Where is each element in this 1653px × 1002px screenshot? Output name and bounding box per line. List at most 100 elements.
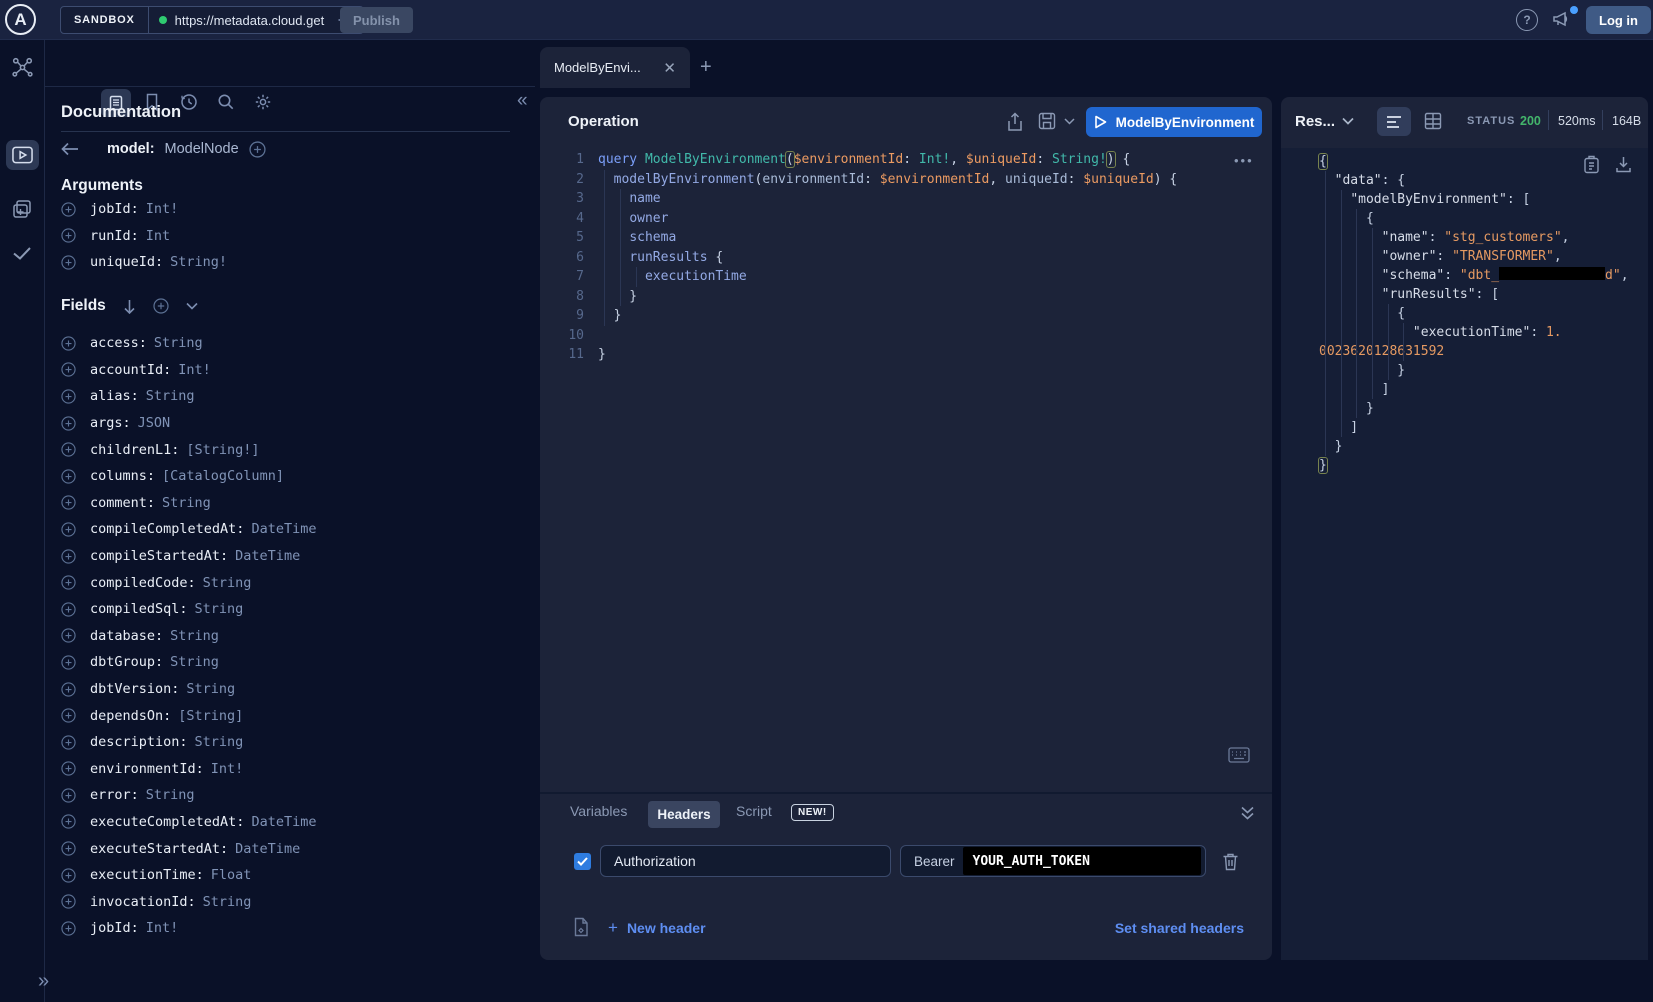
add-to-query-icon[interactable] (61, 788, 76, 803)
history-icon[interactable] (180, 93, 198, 111)
publish-button[interactable]: Publish (340, 7, 413, 33)
share-operation-icon[interactable] (1006, 112, 1024, 132)
field-name[interactable]: compiledSql: (90, 601, 188, 617)
add-to-query-icon[interactable] (61, 841, 76, 856)
field-type[interactable]: String (154, 335, 203, 351)
field-type[interactable]: [CatalogColumn] (162, 468, 284, 484)
code-line[interactable]: } (1319, 399, 1629, 418)
add-field-circle-icon[interactable] (249, 141, 266, 158)
response-json-viewer[interactable]: { "data": { "modelByEnvironment": [ { "n… (1319, 152, 1629, 475)
field-name[interactable]: compiledCode: (90, 575, 196, 591)
code-line[interactable]: 9 } (558, 306, 1177, 326)
field-name[interactable]: childrenL1: (90, 442, 179, 458)
apollo-logo-icon[interactable]: A (5, 4, 36, 35)
field-name[interactable]: args: (90, 415, 131, 431)
field-type[interactable]: Float (211, 867, 252, 883)
code-line[interactable]: 7 executionTime (558, 267, 1177, 287)
field-type[interactable]: String (186, 681, 235, 697)
set-shared-headers-link[interactable]: Set shared headers (1040, 920, 1244, 936)
field-name[interactable]: compileCompletedAt: (90, 521, 244, 537)
code-line[interactable]: 5 schema (558, 228, 1177, 248)
field-type[interactable]: String (195, 601, 244, 617)
code-line[interactable]: 6 runResults { (558, 248, 1177, 268)
add-to-query-icon[interactable] (61, 255, 76, 270)
field-type[interactable]: String (162, 495, 211, 511)
add-to-query-icon[interactable] (61, 682, 76, 697)
add-to-query-icon[interactable] (61, 336, 76, 351)
code-line[interactable]: "owner": "TRANSFORMER", (1319, 247, 1629, 266)
field-type[interactable]: String (203, 894, 252, 910)
graphql-query-editor[interactable]: 1query ModelByEnvironment($environmentId… (558, 150, 1177, 365)
field-name[interactable]: alias: (90, 388, 139, 404)
field-name[interactable]: dbtVersion: (90, 681, 179, 697)
keyboard-shortcuts-icon[interactable] (1228, 747, 1250, 763)
field-name[interactable]: executeStartedAt: (90, 841, 228, 857)
code-line[interactable]: } (1319, 437, 1629, 456)
changelog-nav-icon[interactable] (11, 198, 33, 220)
delete-header-icon[interactable] (1222, 852, 1239, 871)
field-name[interactable]: dbtGroup: (90, 654, 163, 670)
code-line[interactable]: } (1319, 456, 1629, 475)
add-to-query-icon[interactable] (61, 628, 76, 643)
new-tab-icon[interactable]: + (700, 56, 712, 79)
checks-nav-icon[interactable] (11, 242, 33, 264)
new-header-button[interactable]: + New header (608, 918, 706, 938)
response-dropdown-chevron-icon[interactable] (1342, 117, 1354, 125)
header-enabled-checkbox[interactable] (574, 853, 591, 870)
field-name[interactable]: environmentId: (90, 761, 204, 777)
fields-chevron-down-icon[interactable] (186, 302, 198, 310)
breadcrumb-type-name[interactable]: ModelNode (165, 141, 239, 157)
field-type[interactable]: Int! (146, 201, 179, 217)
add-to-query-icon[interactable] (61, 761, 76, 776)
response-format-json-icon[interactable] (1377, 107, 1411, 136)
save-dropdown-chevron-icon[interactable] (1064, 118, 1075, 125)
schema-graph-icon[interactable] (11, 56, 34, 79)
add-to-query-icon[interactable] (61, 389, 76, 404)
add-to-query-icon[interactable] (61, 522, 76, 537)
add-all-fields-icon[interactable] (153, 298, 169, 314)
announcements-icon[interactable] (1551, 9, 1571, 29)
field-name[interactable]: description: (90, 734, 188, 750)
field-name[interactable]: compileStartedAt: (90, 548, 228, 564)
add-to-query-icon[interactable] (61, 362, 76, 377)
explorer-nav-item[interactable] (6, 140, 39, 170)
field-type[interactable]: Int! (178, 362, 211, 378)
field-type[interactable]: String (203, 575, 252, 591)
close-tab-icon[interactable]: ✕ (663, 59, 676, 77)
code-line[interactable]: "executionTime": 1. (1319, 323, 1629, 342)
add-to-query-icon[interactable] (61, 708, 76, 723)
field-type[interactable]: String (146, 388, 195, 404)
add-to-query-icon[interactable] (61, 469, 76, 484)
field-type[interactable]: String (170, 654, 219, 670)
add-to-query-icon[interactable] (61, 921, 76, 936)
field-type[interactable]: Int (146, 228, 170, 244)
field-type[interactable]: String (195, 734, 244, 750)
field-type[interactable]: [String] (178, 708, 243, 724)
code-line[interactable]: 2 modelByEnvironment(environmentId: $env… (558, 170, 1177, 190)
code-line[interactable]: 4 owner (558, 209, 1177, 229)
code-line[interactable]: { (1319, 152, 1629, 171)
code-line[interactable]: 3 name (558, 189, 1177, 209)
field-name[interactable]: dependsOn: (90, 708, 171, 724)
explorer-settings-gear-icon[interactable] (254, 93, 272, 111)
add-to-query-icon[interactable] (61, 228, 76, 243)
tab-variables[interactable]: Variables (570, 803, 627, 819)
add-to-query-icon[interactable] (61, 735, 76, 750)
add-to-query-icon[interactable] (61, 442, 76, 457)
field-name[interactable]: invocationId: (90, 894, 196, 910)
code-line[interactable]: 10 (558, 326, 1177, 346)
headers-from-file-icon[interactable] (572, 917, 591, 937)
help-icon[interactable]: ? (1516, 9, 1538, 31)
field-name[interactable]: executeCompletedAt: (90, 814, 244, 830)
operation-tab[interactable]: ModelByEnvi... ✕ (540, 47, 690, 88)
collapse-doc-panel-icon[interactable]: « (517, 90, 528, 112)
code-line[interactable]: "name": "stg_customers", (1319, 228, 1629, 247)
field-type[interactable]: DateTime (251, 521, 316, 537)
response-format-table-icon[interactable] (1424, 112, 1442, 130)
field-type[interactable]: String! (170, 254, 227, 270)
field-name[interactable]: uniqueId: (90, 254, 163, 270)
run-operation-button[interactable]: ModelByEnvironment (1086, 107, 1262, 137)
header-key-input[interactable]: Authorization (600, 845, 891, 877)
add-to-query-icon[interactable] (61, 202, 76, 217)
field-type[interactable]: JSON (138, 415, 171, 431)
